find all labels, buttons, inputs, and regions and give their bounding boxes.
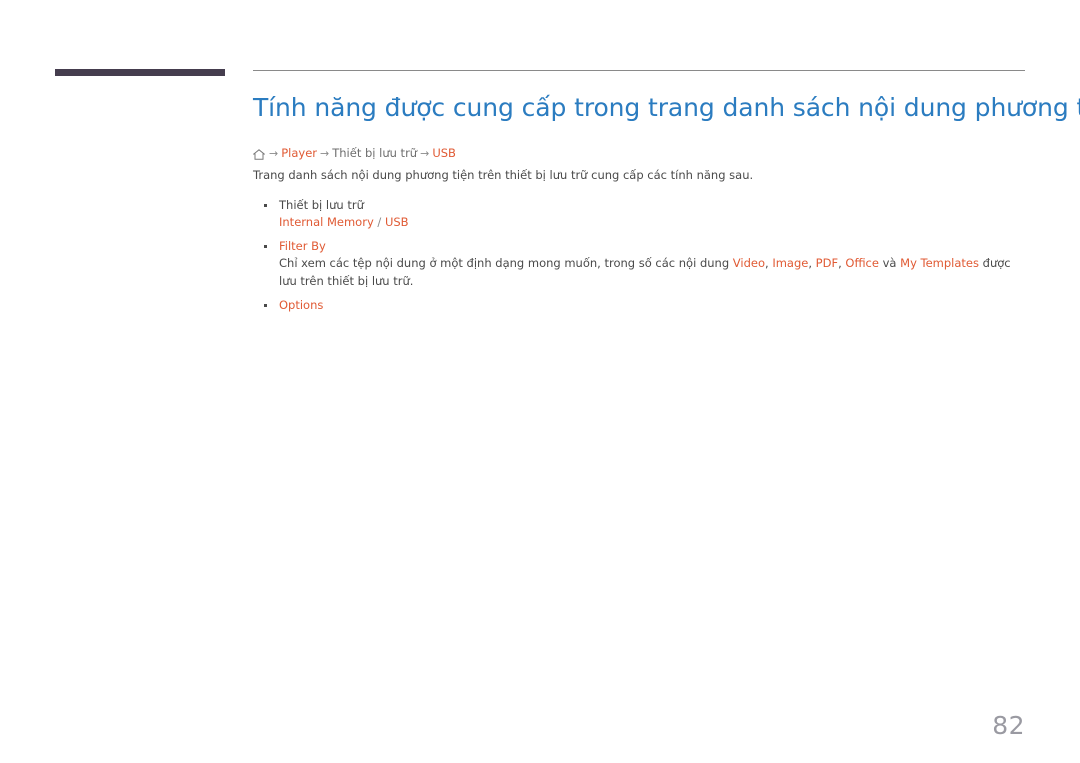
breadcrumb: → Player → Thiết bị lưu trữ → USB [253,145,1025,161]
home-icon[interactable] [253,148,265,160]
breadcrumb-item-player[interactable]: Player [281,145,317,161]
list-item: Thiết bị lưu trữ Internal Memory / USB [253,197,1025,232]
content-column: Tính năng được cung cấp trong trang danh… [253,92,1080,321]
breadcrumb-arrow-3: → [420,146,430,160]
feature-list: Thiết bị lưu trữ Internal Memory / USB F… [253,197,1025,315]
breadcrumb-item-storage-device[interactable]: Thiết bị lưu trữ [332,145,417,161]
list-item: Options [253,297,1025,314]
list-item: Filter By Chỉ xem các tệp nội dung ở một… [253,238,1025,290]
header-divider [253,70,1025,71]
feature-description: Internal Memory / USB [279,214,409,229]
page-title: Tính năng được cung cấp trong trang danh… [253,93,1080,122]
feature-term: Options [279,297,324,312]
page-number: 82 [992,711,1025,740]
left-tab-bar [55,69,225,76]
breadcrumb-item-usb[interactable]: USB [432,145,456,161]
feature-term: Filter By [279,239,326,254]
intro-paragraph: Trang danh sách nội dung phương tiện trê… [253,168,754,183]
feature-description: Chỉ xem các tệp nội dung ở một định dạng… [279,256,1011,288]
feature-term: Thiết bị lưu trữ [279,197,364,212]
breadcrumb-arrow-2: → [320,146,330,160]
breadcrumb-arrow-1: → [269,146,279,160]
